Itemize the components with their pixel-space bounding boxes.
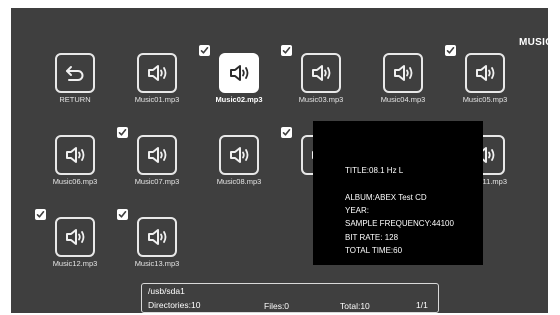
speaker-icon xyxy=(465,53,505,93)
music-file-tile[interactable]: Music08.mp3 xyxy=(204,135,274,195)
return-icon xyxy=(55,53,95,93)
tile-label: Music04.mp3 xyxy=(380,95,426,104)
music-file-tile[interactable]: Music01.mp3 xyxy=(122,53,192,113)
tile-label: Music07.mp3 xyxy=(134,177,180,186)
tile-label: Music06.mp3 xyxy=(52,177,98,186)
music-file-tile[interactable]: Music02.mp3 xyxy=(199,45,274,113)
speaker-icon xyxy=(55,135,95,175)
info-bit-rate: BIT RATE: 128 xyxy=(345,233,399,242)
speaker-icon xyxy=(383,53,423,93)
files-count: Files:0 xyxy=(264,301,290,311)
page-title: MUSIC xyxy=(519,37,548,48)
tile-label: Music03.mp3 xyxy=(298,95,344,104)
tile-label: Music13.mp3 xyxy=(134,259,180,268)
music-file-tile[interactable]: Music04.mp3 xyxy=(368,53,438,113)
info-album: ALBUM:ABEX Test CD xyxy=(345,193,427,202)
speaker-icon xyxy=(219,135,259,175)
info-title: TITLE:08.1 Hz L xyxy=(345,166,404,175)
checkbox-checked-icon[interactable] xyxy=(281,45,292,56)
music-file-tile[interactable]: Music03.mp3 xyxy=(281,45,356,113)
speaker-icon xyxy=(301,53,341,93)
music-file-tile[interactable]: Music07.mp3 xyxy=(117,127,192,195)
total-count: Total:10 xyxy=(340,301,370,311)
checkbox-checked-icon[interactable] xyxy=(445,45,456,56)
info-total-time: TOTAL TIME:60 xyxy=(345,246,403,255)
checkbox-checked-icon[interactable] xyxy=(199,45,210,56)
tile-label: RETURN xyxy=(59,95,91,104)
music-file-tile[interactable]: Music06.mp3 xyxy=(40,135,110,195)
return-tile[interactable]: RETURN xyxy=(40,53,110,113)
screen: MUSIC RETURN Music01.mp3 Music02.mp3 Music0… xyxy=(0,0,560,315)
music-file-tile[interactable]: Music13.mp3 xyxy=(117,209,192,277)
tile-label: Music12.mp3 xyxy=(52,259,98,268)
checkbox-checked-icon[interactable] xyxy=(35,209,46,220)
music-browser-panel: MUSIC RETURN Music01.mp3 Music02.mp3 Music0… xyxy=(11,8,548,313)
speaker-icon xyxy=(55,217,95,257)
checkbox-checked-icon[interactable] xyxy=(117,127,128,138)
info-year: YEAR: xyxy=(345,206,370,215)
tile-label: Music05.mp3 xyxy=(462,95,508,104)
tile-label: Music01.mp3 xyxy=(134,95,180,104)
page-indicator: 1/1 xyxy=(416,300,428,310)
tile-label: Music02.mp3 xyxy=(215,95,263,104)
music-file-tile[interactable]: Music05.mp3 xyxy=(445,45,520,113)
tile-label: Music08.mp3 xyxy=(216,177,262,186)
status-bar: /usb/sda1 Directories:10 Files:0 Total:1… xyxy=(141,283,439,313)
current-path: /usb/sda1 xyxy=(148,286,185,296)
speaker-icon xyxy=(219,53,259,93)
checkbox-checked-icon[interactable] xyxy=(117,209,128,220)
directories-count: Directories:10 xyxy=(148,300,201,310)
track-info-popup: TITLE:08.1 Hz L ALBUM:ABEX Test CD YEAR:… xyxy=(313,121,483,265)
speaker-icon xyxy=(137,135,177,175)
speaker-icon xyxy=(137,217,177,257)
checkbox-checked-icon[interactable] xyxy=(281,127,292,138)
info-sample-frequency: SAMPLE FREQUENCY:44100 xyxy=(345,219,454,228)
speaker-icon xyxy=(137,53,177,93)
music-file-tile[interactable]: Music12.mp3 xyxy=(35,209,110,277)
